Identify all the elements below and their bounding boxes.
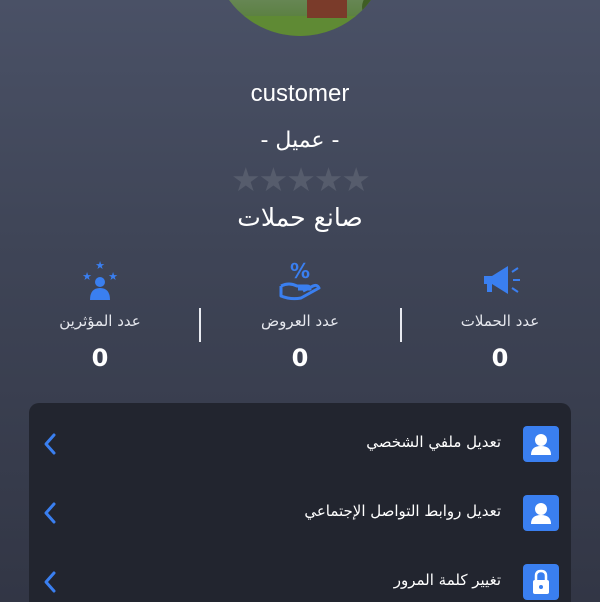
stat-offers-label: عدد العروض xyxy=(261,312,339,330)
stat-influencers: ★ ★ ★ عدد المؤثرين 0 xyxy=(0,256,200,386)
user-icon xyxy=(523,495,559,531)
stat-offers: % عدد العروض 0 xyxy=(200,256,400,386)
svg-text:★: ★ xyxy=(95,259,105,272)
svg-text:★: ★ xyxy=(82,270,92,283)
menu-item-edit-social-links[interactable]: تعديل روابط التواصل الإجتماعي xyxy=(29,492,571,532)
stats-divider xyxy=(400,308,402,342)
stat-campaigns: عدد الحملات 0 xyxy=(400,256,600,386)
menu-item-edit-profile[interactable]: تعديل ملفي الشخصي xyxy=(29,423,571,463)
account-type-title: صانع حملات xyxy=(237,203,363,232)
lock-icon xyxy=(523,564,559,600)
stats-row: عدد الحملات 0 % عدد العروض 0 ★ ★ ★ عدد ا… xyxy=(0,256,600,386)
star-icon: ★ xyxy=(341,160,371,199)
stat-campaigns-label: عدد الحملات xyxy=(460,312,540,330)
profile-avatar[interactable] xyxy=(212,0,388,36)
star-icon: ★ xyxy=(258,160,289,199)
chevron-left-icon[interactable] xyxy=(43,432,57,456)
star-icon: ★ xyxy=(286,160,316,199)
megaphone-icon xyxy=(484,266,520,294)
profile-role: - عميل - xyxy=(260,128,340,153)
menu-item-label: تعديل ملفي الشخصي xyxy=(366,433,501,451)
influencers-stars-icon: ★ ★ ★ xyxy=(82,259,118,300)
chevron-left-icon[interactable] xyxy=(43,501,57,525)
star-icon: ★ xyxy=(231,160,261,199)
rating-stars: ★★★★★ xyxy=(0,160,600,199)
user-icon xyxy=(523,426,559,462)
stat-campaigns-value: 0 xyxy=(491,344,509,372)
star-icon: ★ xyxy=(313,160,344,199)
menu-item-label: تغيير كلمة المرور xyxy=(393,571,501,589)
chevron-left-icon[interactable] xyxy=(43,570,57,594)
stat-influencers-value: 0 xyxy=(91,344,109,372)
svg-text:★: ★ xyxy=(108,270,118,283)
avatar-photo-house xyxy=(307,0,347,18)
svg-text:%: % xyxy=(290,259,310,283)
profile-username: customer xyxy=(250,80,350,107)
stat-influencers-label: عدد المؤثرين xyxy=(59,312,141,330)
menu-item-label: تعديل روابط التواصل الإجتماعي xyxy=(304,502,501,520)
avatar-photo-lawn xyxy=(212,16,388,36)
offer-percent-hand-icon: % xyxy=(279,259,321,301)
settings-menu: تعديل ملفي الشخصي تعديل روابط التواصل ال… xyxy=(29,403,571,602)
menu-item-change-password[interactable]: تغيير كلمة المرور xyxy=(29,561,571,601)
stat-offers-value: 0 xyxy=(291,344,309,372)
